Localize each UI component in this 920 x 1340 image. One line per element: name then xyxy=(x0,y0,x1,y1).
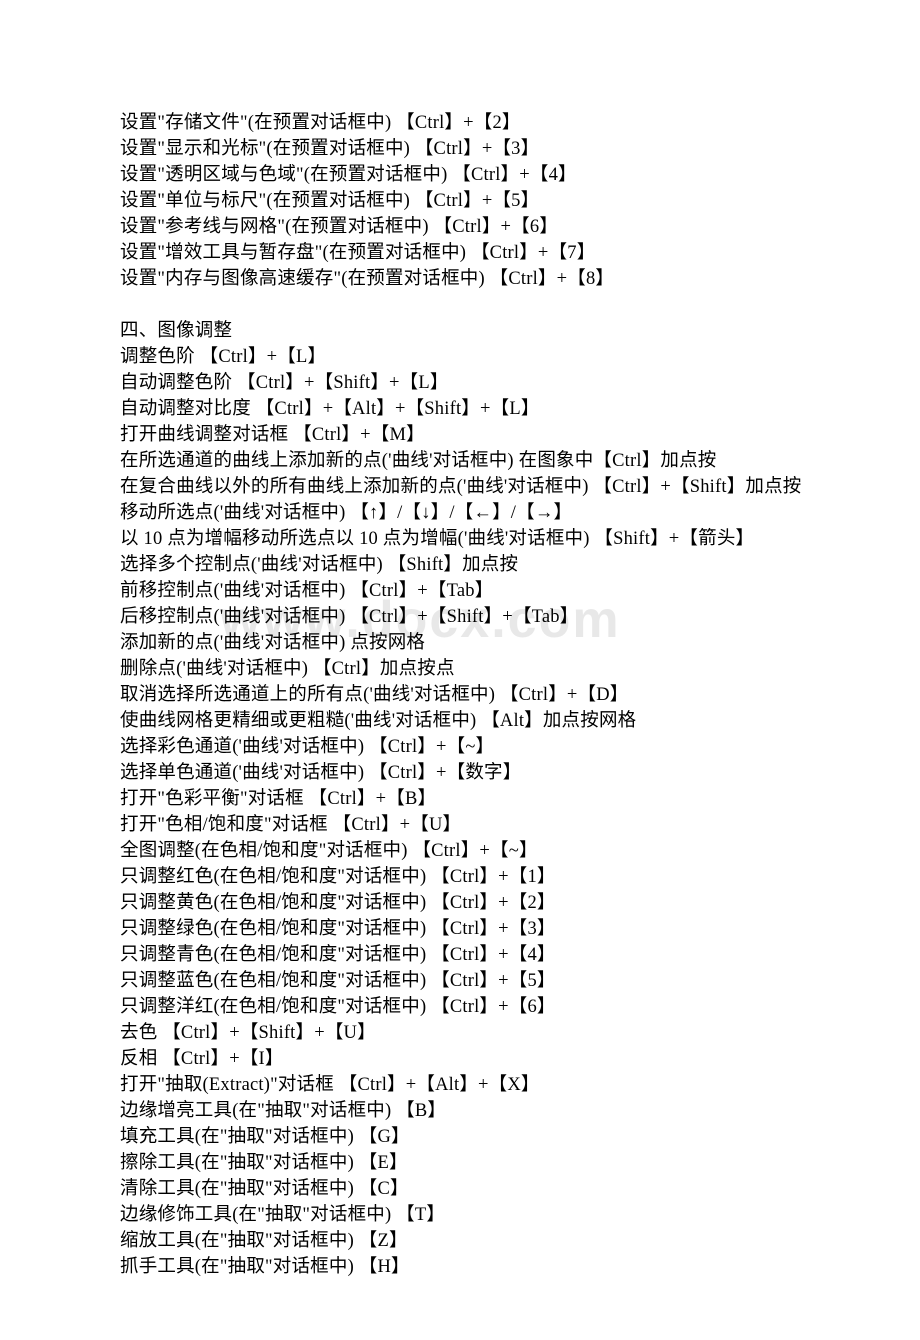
text-line: 设置"增效工具与暂存盘"(在预置对话框中) 【Ctrl】+【7】 xyxy=(120,240,800,266)
text-line: 选择多个控制点('曲线'对话框中) 【Shift】加点按 xyxy=(120,552,800,578)
text-line: 打开曲线调整对话框 【Ctrl】+【M】 xyxy=(120,422,800,448)
text-line: 只调整蓝色(在色相/饱和度"对话框中) 【Ctrl】+【5】 xyxy=(120,968,800,994)
text-line: 后移控制点('曲线'对话框中) 【Ctrl】+【Shift】+【Tab】 xyxy=(120,604,800,630)
text-line: 缩放工具(在"抽取"对话框中) 【Z】 xyxy=(120,1228,800,1254)
text-line: 在所选通道的曲线上添加新的点('曲线'对话框中) 在图象中【Ctrl】加点按 xyxy=(120,448,800,474)
text-line: 选择彩色通道('曲线'对话框中) 【Ctrl】+【~】 xyxy=(120,734,800,760)
text-line: 设置"内存与图像高速缓存"(在预置对话框中) 【Ctrl】+【8】 xyxy=(120,266,800,292)
text-line: 设置"存储文件"(在预置对话框中) 【Ctrl】+【2】 xyxy=(120,110,800,136)
text-line: 自动调整色阶 【Ctrl】+【Shift】+【L】 xyxy=(120,370,800,396)
text-line: 去色 【Ctrl】+【Shift】+【U】 xyxy=(120,1020,800,1046)
text-line: 四、图像调整 xyxy=(120,318,800,344)
document-page: www.docx.com 设置"存储文件"(在预置对话框中) 【Ctrl】+【2… xyxy=(0,0,920,1340)
text-line: 填充工具(在"抽取"对话框中) 【G】 xyxy=(120,1124,800,1150)
text-line: 只调整青色(在色相/饱和度"对话框中) 【Ctrl】+【4】 xyxy=(120,942,800,968)
text-line: 前移控制点('曲线'对话框中) 【Ctrl】+【Tab】 xyxy=(120,578,800,604)
blank-line xyxy=(120,292,800,318)
text-line: 取消选择所选通道上的所有点('曲线'对话框中) 【Ctrl】+【D】 xyxy=(120,682,800,708)
text-line: 设置"显示和光标"(在预置对话框中) 【Ctrl】+【3】 xyxy=(120,136,800,162)
text-line: 打开"色相/饱和度"对话框 【Ctrl】+【U】 xyxy=(120,812,800,838)
text-line: 边缘修饰工具(在"抽取"对话框中) 【T】 xyxy=(120,1202,800,1228)
text-line: 自动调整对比度 【Ctrl】+【Alt】+【Shift】+【L】 xyxy=(120,396,800,422)
text-line: 擦除工具(在"抽取"对话框中) 【E】 xyxy=(120,1150,800,1176)
text-line: 选择单色通道('曲线'对话框中) 【Ctrl】+【数字】 xyxy=(120,760,800,786)
text-line: 反相 【Ctrl】+【I】 xyxy=(120,1046,800,1072)
text-line: 设置"透明区域与色域"(在预置对话框中) 【Ctrl】+【4】 xyxy=(120,162,800,188)
text-line: 在复合曲线以外的所有曲线上添加新的点('曲线'对话框中) 【Ctrl】+【Shi… xyxy=(120,474,800,500)
text-line: 删除点('曲线'对话框中) 【Ctrl】加点按点 xyxy=(120,656,800,682)
text-line: 使曲线网格更精细或更粗糙('曲线'对话框中) 【Alt】加点按网格 xyxy=(120,708,800,734)
text-line: 只调整绿色(在色相/饱和度"对话框中) 【Ctrl】+【3】 xyxy=(120,916,800,942)
text-line: 全图调整(在色相/饱和度"对话框中) 【Ctrl】+【~】 xyxy=(120,838,800,864)
text-line: 打开"抽取(Extract)"对话框 【Ctrl】+【Alt】+【X】 xyxy=(120,1072,800,1098)
text-line: 只调整红色(在色相/饱和度"对话框中) 【Ctrl】+【1】 xyxy=(120,864,800,890)
document-content: 设置"存储文件"(在预置对话框中) 【Ctrl】+【2】设置"显示和光标"(在预… xyxy=(120,110,800,1280)
text-line: 以 10 点为增幅移动所选点以 10 点为增幅('曲线'对话框中) 【Shift… xyxy=(120,526,800,552)
text-line: 清除工具(在"抽取"对话框中) 【C】 xyxy=(120,1176,800,1202)
text-line: 调整色阶 【Ctrl】+【L】 xyxy=(120,344,800,370)
text-line: 打开"色彩平衡"对话框 【Ctrl】+【B】 xyxy=(120,786,800,812)
text-line: 只调整黄色(在色相/饱和度"对话框中) 【Ctrl】+【2】 xyxy=(120,890,800,916)
text-line: 抓手工具(在"抽取"对话框中) 【H】 xyxy=(120,1254,800,1280)
text-line: 边缘增亮工具(在"抽取"对话框中) 【B】 xyxy=(120,1098,800,1124)
text-line: 添加新的点('曲线'对话框中) 点按网格 xyxy=(120,630,800,656)
text-line: 设置"单位与标尺"(在预置对话框中) 【Ctrl】+【5】 xyxy=(120,188,800,214)
text-line: 移动所选点('曲线'对话框中) 【↑】/【↓】/【←】/【→】 xyxy=(120,500,800,526)
text-line: 只调整洋红(在色相/饱和度"对话框中) 【Ctrl】+【6】 xyxy=(120,994,800,1020)
text-line: 设置"参考线与网格"(在预置对话框中) 【Ctrl】+【6】 xyxy=(120,214,800,240)
